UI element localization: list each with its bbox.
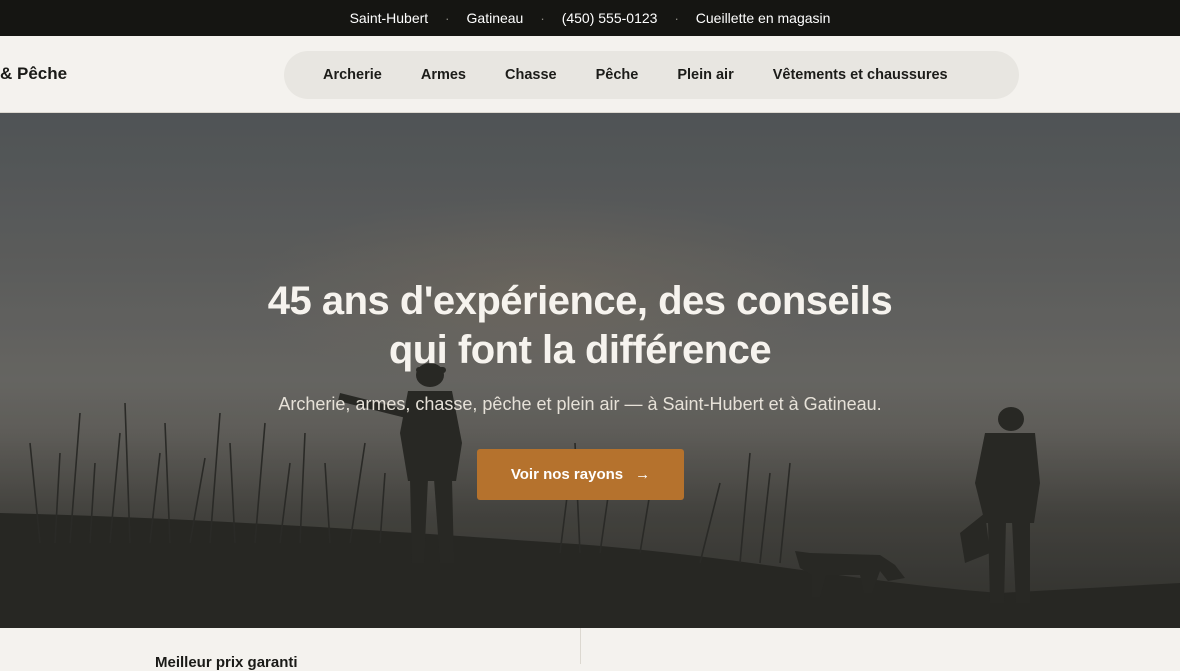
location-gatineau[interactable]: Gatineau [463, 10, 528, 26]
hero-title-line-2: qui font la différence [388, 328, 772, 372]
arrow-right-icon: → [635, 466, 651, 483]
hero-subtitle: Archerie, armes, chasse, pêche et plein … [278, 394, 882, 414]
brand-logo[interactable]: & Pêche [0, 64, 67, 84]
nav-item-armes[interactable]: Armes [421, 67, 466, 83]
location-saint-hubert[interactable]: Saint-Hubert [346, 10, 433, 26]
nav-item-chasse[interactable]: Chasse [505, 67, 557, 83]
separator-dot: · [540, 10, 545, 26]
features-strip: Meilleur prix garanti [0, 628, 1180, 671]
top-info-bar: Saint-Hubert · Gatineau · (450) 555-0123… [0, 0, 1180, 36]
separator-dot: · [674, 10, 679, 26]
separator-dot: · [445, 10, 450, 26]
nav-item-vetements[interactable]: Vêtements et chaussures [773, 67, 948, 83]
nav-item-archerie[interactable]: Archerie [323, 67, 382, 83]
cta-label: Voir nos rayons [510, 466, 624, 483]
feature-divider [580, 628, 581, 664]
feature-best-price-title: Meilleur prix garanti [155, 654, 298, 671]
pickup-info[interactable]: Cueillette en magasin [692, 10, 835, 26]
hero-title-line-1: 45 ans d'expérience, des conseils [267, 279, 893, 323]
main-nav: Archerie Armes Chasse Pêche Plein air Vê… [284, 51, 1019, 99]
hero-title: 45 ans d'expérience, des conseils qui fo… [190, 277, 970, 375]
nav-item-peche[interactable]: Pêche [596, 67, 639, 83]
phone-link[interactable]: (450) 555-0123 [558, 10, 662, 26]
view-departments-button[interactable]: Voir nos rayons → [477, 449, 684, 500]
nav-item-plein-air[interactable]: Plein air [677, 67, 733, 83]
site-header: & Pêche Archerie Armes Chasse Pêche Plei… [0, 36, 1180, 113]
hero-banner: 45 ans d'expérience, des conseils qui fo… [0, 113, 1180, 628]
